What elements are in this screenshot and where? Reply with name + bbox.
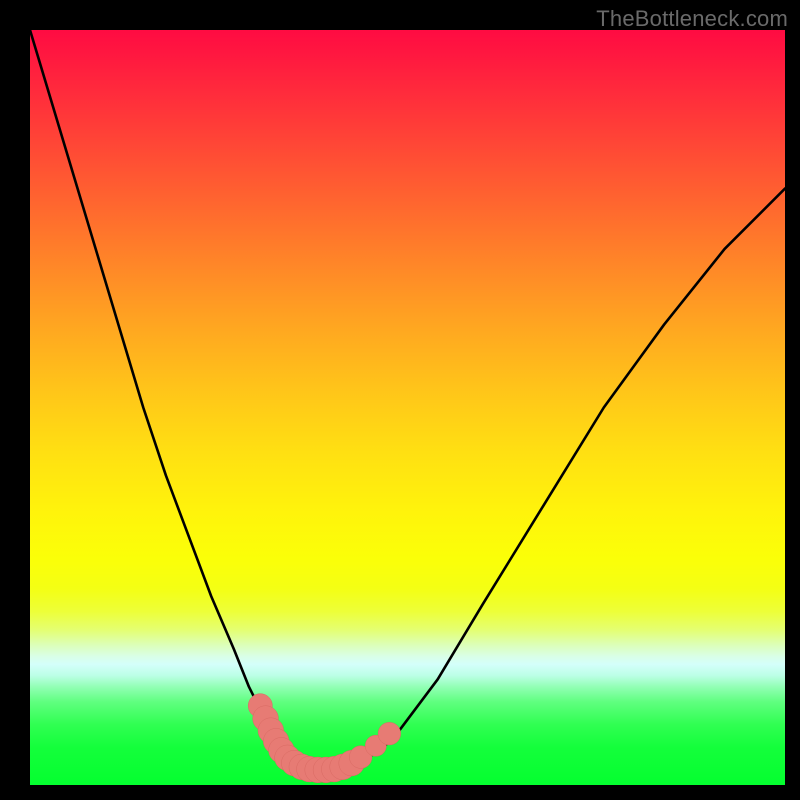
marker-group — [248, 694, 401, 783]
bottleneck-curve — [30, 30, 785, 769]
chart-frame: TheBottleneck.com — [0, 0, 800, 800]
marker-dot — [378, 722, 401, 745]
plot-area — [30, 30, 785, 785]
watermark-text: TheBottleneck.com — [596, 6, 788, 32]
curve-path-group — [30, 30, 785, 769]
chart-svg — [30, 30, 785, 785]
